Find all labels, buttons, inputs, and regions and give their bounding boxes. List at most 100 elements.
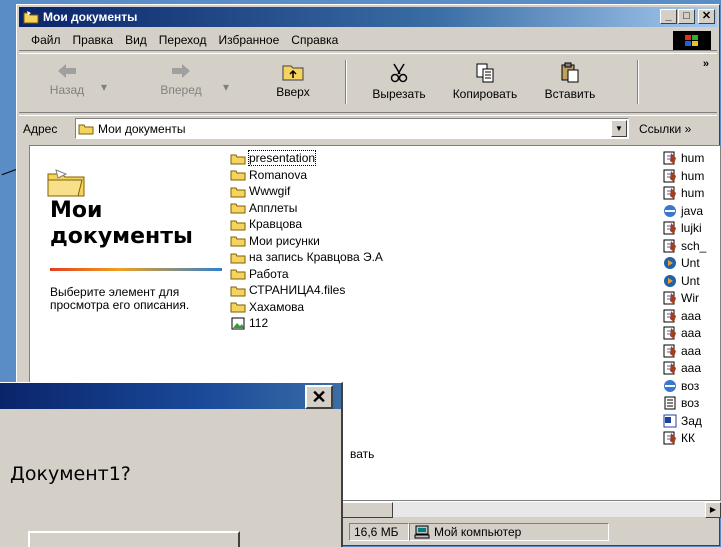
file-name: Unt (681, 256, 700, 270)
file-item[interactable]: Кравцова (230, 216, 302, 232)
file-item[interactable]: Зад (662, 413, 702, 429)
file-name: Хахамова (249, 299, 305, 314)
file-name: вать (350, 447, 375, 461)
file-item[interactable]: 112 (230, 315, 268, 331)
file-item[interactable]: presentation (230, 150, 317, 166)
address-value: Мои документы (98, 121, 186, 136)
back-button[interactable]: Назад (37, 58, 97, 108)
info-pane-description: Выберите элемент для просмотра его описа… (50, 285, 190, 312)
word-document-icon (663, 414, 677, 427)
file-item[interactable]: воз (662, 378, 699, 394)
file-item[interactable]: hum (662, 185, 704, 201)
address-field[interactable]: Мои документы ▼ (75, 118, 629, 139)
back-dropdown[interactable]: ▾ (97, 58, 111, 108)
file-item[interactable]: sch_ (662, 238, 706, 254)
links-button[interactable]: Ссылки » (639, 122, 691, 136)
document-icon (663, 186, 676, 200)
menu-view[interactable]: Вид (125, 33, 147, 47)
file-item[interactable]: Мои рисунки (230, 233, 320, 249)
file-item[interactable]: Unt (662, 255, 700, 271)
document-icon (663, 431, 676, 445)
file-name: aaa (681, 308, 702, 323)
document-icon (663, 309, 676, 322)
media-file-icon (664, 274, 676, 287)
file-name: hum (681, 168, 705, 183)
document-icon (663, 151, 676, 165)
file-name: воз (681, 396, 700, 410)
dialog-title-bar[interactable]: ✕ (0, 383, 341, 409)
file-item[interactable]: Romanova (230, 167, 307, 183)
cut-button[interactable]: Вырезать (361, 58, 437, 108)
paste-icon (561, 62, 579, 83)
status-size: 16,6 МБ (349, 523, 409, 541)
menu-edit[interactable]: Правка (73, 33, 114, 47)
file-item[interactable]: Апплеты (230, 200, 297, 216)
file-item[interactable]: java (662, 203, 703, 219)
file-item[interactable]: aaa (662, 308, 701, 324)
folder-icon (230, 203, 246, 214)
cut-label: Вырезать (372, 87, 426, 101)
forward-dropdown[interactable]: ▾ (219, 58, 233, 108)
paste-button[interactable]: Вставить (535, 58, 605, 108)
document-icon (663, 361, 676, 375)
scroll-right-button[interactable]: ▶ (705, 502, 721, 518)
file-item[interactable]: КК (662, 430, 695, 446)
media-file-icon (664, 257, 676, 269)
document-icon (663, 221, 676, 235)
file-item[interactable]: hum (662, 168, 704, 184)
window-title: Мои документы (43, 10, 138, 24)
forward-label: Вперед (160, 83, 202, 97)
file-name: java (681, 203, 704, 218)
dialog-close-button[interactable]: ✕ (305, 385, 333, 409)
file-item[interactable]: hum (662, 150, 704, 166)
folder-up-icon (282, 65, 304, 81)
forward-button[interactable]: Вперед (151, 58, 211, 108)
folder-icon (230, 220, 246, 230)
minimize-button[interactable]: _ (660, 9, 677, 24)
address-bar: Адрес Мои документы ▼ Ссылки » (19, 115, 717, 141)
save-dialog: ✕ Документ1? (0, 382, 343, 547)
text-file-icon (664, 396, 676, 410)
copy-button[interactable]: Копировать (445, 58, 525, 108)
file-item[interactable]: aaa (662, 343, 701, 359)
document-icon (663, 291, 676, 305)
menu-help[interactable]: Справка (291, 33, 338, 47)
address-dropdown-button[interactable]: ▼ (611, 120, 627, 137)
file-name: на запись Кравцова Э.А (249, 250, 383, 264)
gradient-divider (50, 268, 222, 271)
file-item[interactable]: Wir (662, 290, 699, 306)
info-title-line1: Мои (50, 198, 103, 223)
toolbar-separator (637, 60, 639, 104)
file-name: Мои рисунки (249, 233, 320, 248)
file-name: Кравцова (249, 217, 303, 231)
dialog-message: Документ1? (10, 463, 131, 485)
up-button[interactable]: Вверх (263, 58, 323, 108)
title-bar[interactable]: Мои документы _ □ ✕ (19, 7, 717, 27)
toolbar-more-button[interactable]: » (703, 58, 709, 70)
file-name: Unt (681, 273, 700, 288)
file-item[interactable]: aaa (662, 325, 701, 341)
file-item[interactable]: lujki (662, 220, 702, 236)
windows-logo-icon (673, 31, 711, 50)
file-name: lujki (681, 221, 702, 235)
file-item[interactable]: Работа (230, 266, 289, 282)
file-item[interactable]: воз (662, 395, 699, 411)
back-label: Назад (49, 83, 85, 97)
file-item-partial[interactable]: вать (350, 446, 374, 462)
file-item[interactable]: Unt (662, 273, 700, 289)
folder-icon (230, 302, 246, 313)
file-item[interactable]: Хахамова (230, 299, 304, 315)
file-item[interactable]: на запись Кравцова Э.А (230, 249, 383, 265)
folder-icon (230, 187, 246, 197)
dialog-button[interactable] (28, 531, 240, 547)
file-item[interactable]: Wwwgif (230, 183, 290, 199)
file-name: воз (681, 378, 700, 393)
menu-file[interactable]: Файл (31, 33, 61, 47)
file-item[interactable]: СТРАНИЦА4.files (230, 282, 345, 298)
file-item[interactable]: aaa (662, 360, 701, 376)
menu-go[interactable]: Переход (159, 33, 207, 47)
file-name: aaa (681, 361, 702, 375)
close-button[interactable]: ✕ (698, 9, 715, 24)
menu-favorites[interactable]: Избранное (218, 33, 279, 47)
maximize-button[interactable]: □ (678, 9, 695, 24)
